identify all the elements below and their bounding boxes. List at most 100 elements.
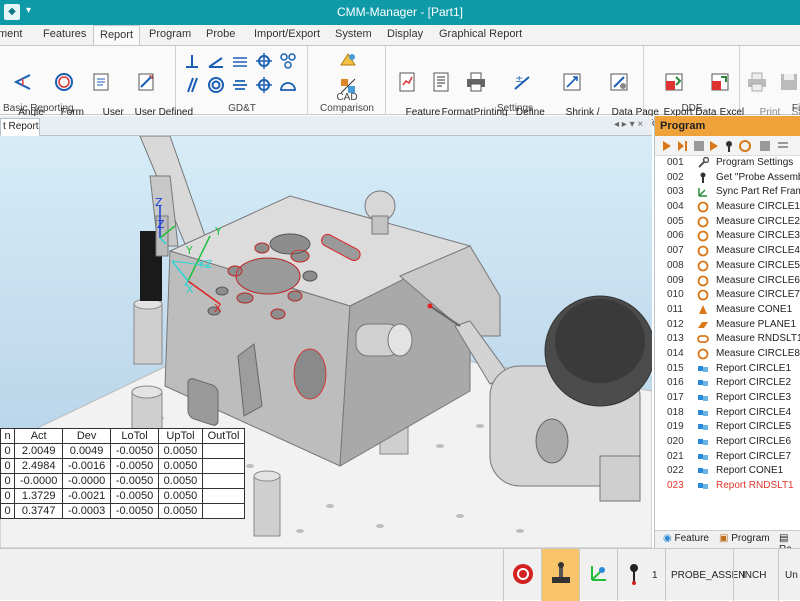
tab-features[interactable]: Features: [43, 28, 86, 40]
report-icon: [698, 424, 708, 431]
program-step-label: Report CIRCLE6: [716, 436, 792, 448]
program-step[interactable]: 017 Report CIRCLE3: [655, 391, 800, 406]
program-step[interactable]: 006 Measure CIRCLE3: [655, 229, 800, 244]
printer-icon: [467, 72, 485, 92]
report-cell-lotol: -0.0050: [110, 458, 159, 474]
report-cell-dev: -0.0003: [62, 503, 112, 519]
angularity-icon[interactable]: [207, 52, 225, 70]
tab-probe[interactable]: Probe: [206, 28, 235, 40]
report-icon: [698, 468, 708, 475]
grid-icon[interactable]: [759, 140, 771, 152]
tab-program-panel[interactable]: ▣ Program: [719, 533, 770, 544]
program-step-number: 004: [667, 201, 684, 213]
probe-name-cell[interactable]: PROBE_ASSEN: [665, 549, 745, 601]
program-step[interactable]: 007 Measure CIRCLE4: [655, 244, 800, 259]
cad-compare-icon[interactable]: [338, 51, 358, 71]
program-step[interactable]: 001 Program Settings: [655, 156, 800, 171]
probe-tool-icon[interactable]: [723, 140, 735, 152]
program-step-number: 010: [667, 289, 684, 301]
program-step-number: 005: [667, 215, 684, 227]
program-step[interactable]: 002 Get "Probe Assembly: [655, 171, 800, 186]
report-cell-lotol: -0.0050: [110, 488, 159, 504]
document-tab-report[interactable]: t Report ×: [0, 118, 40, 136]
report-col-outtol: OutTol: [201, 428, 246, 444]
report-icon: [698, 409, 708, 416]
tab-display[interactable]: Display: [387, 28, 423, 40]
axis-label-y: Y: [214, 225, 222, 238]
program-step-number: 006: [667, 230, 684, 242]
flatness-icon[interactable]: [231, 52, 249, 70]
program-step[interactable]: 022 Report CONE1: [655, 464, 800, 479]
program-step[interactable]: 011 Measure CONE1: [655, 303, 800, 318]
program-step[interactable]: 020 Report CIRCLE6: [655, 435, 800, 450]
group-label-dde: DDE: [681, 103, 703, 114]
program-step-label: Sync Part Ref Frame: [716, 186, 800, 198]
report-cell-act: 1.3729: [14, 488, 64, 504]
symmetry-icon[interactable]: [231, 76, 249, 94]
program-step[interactable]: 015 Report CIRCLE1: [655, 362, 800, 377]
program-step-label: Measure CIRCLE6: [716, 274, 800, 286]
stop-icon[interactable]: [693, 140, 705, 152]
report-cell-act: 2.4984: [14, 458, 64, 474]
list-icon[interactable]: [777, 140, 789, 152]
line-profile-icon[interactable]: [279, 76, 297, 94]
tab-measurement[interactable]: ment: [0, 28, 22, 40]
program-step-label: Measure CIRCLE5: [716, 259, 800, 271]
notes-icon: [93, 73, 109, 91]
units-cell[interactable]: INCH: [733, 549, 778, 601]
parallelism-icon[interactable]: [183, 76, 201, 94]
program-step[interactable]: 018 Report CIRCLE4: [655, 406, 800, 421]
document-tab-controls[interactable]: ◂ ▸ ▾ ×: [614, 119, 643, 130]
program-step[interactable]: 012 Measure PLANE1: [655, 318, 800, 333]
probe-count-cell[interactable]: 1: [617, 549, 665, 601]
refresh-icon[interactable]: [739, 140, 751, 152]
program-step[interactable]: 003 Sync Part Ref Frame: [655, 185, 800, 200]
program-step[interactable]: 019 Report CIRCLE5: [655, 420, 800, 435]
program-step[interactable]: 005 Measure CIRCLE2: [655, 215, 800, 230]
profile-icon[interactable]: [279, 52, 297, 70]
tab-report[interactable]: Report: [93, 25, 141, 46]
tab-import-export[interactable]: Import/Export: [254, 28, 320, 40]
perpendicularity-icon[interactable]: [183, 52, 201, 70]
emergency-stop-button[interactable]: [503, 549, 541, 601]
position-icon[interactable]: [255, 52, 273, 70]
group-label-gdt: GD&T: [228, 103, 256, 114]
run-icon[interactable]: [661, 140, 673, 152]
tab-graphical-report[interactable]: Graphical Report: [439, 28, 522, 40]
report-cell-uptol: 0.0050: [158, 443, 203, 459]
ra-tab-icon: ▤: [779, 533, 789, 544]
report-row: 0 -0.0000 -0.0000 -0.0050 0.0050: [0, 473, 246, 489]
circle-icon: [697, 289, 709, 301]
report-cell-nominal: 0: [0, 473, 16, 489]
program-step[interactable]: 004 Measure CIRCLE1: [655, 200, 800, 215]
report-cell-uptol: 0.0050: [158, 503, 203, 519]
group-label-cad-comparison: CAD Comparison: [320, 92, 374, 114]
program-step-label: Measure PLANE1: [716, 318, 797, 330]
report-cell-dev: 0.0049: [62, 443, 112, 459]
program-step-number: 013: [667, 333, 684, 345]
program-step[interactable]: 010 Measure CIRCLE7: [655, 288, 800, 303]
program-step[interactable]: 023 Report RNDSLT1: [655, 479, 800, 494]
program-step[interactable]: 013 Measure RNDSLT1: [655, 332, 800, 347]
joystick-button[interactable]: [541, 549, 579, 601]
program-step-number: 022: [667, 465, 684, 477]
program-toolbar: [655, 136, 800, 156]
tab-feature[interactable]: ◉ Feature: [663, 533, 709, 544]
coordinate-system-button[interactable]: [579, 549, 617, 601]
program-step[interactable]: 021 Report CIRCLE7: [655, 450, 800, 465]
program-step-label: Program Settings: [716, 157, 794, 168]
true-position-icon[interactable]: [255, 76, 273, 94]
step-icon[interactable]: [677, 140, 689, 152]
program-step[interactable]: 008 Measure CIRCLE5: [655, 259, 800, 274]
tab-program[interactable]: Program: [149, 28, 191, 40]
program-step-number: 015: [667, 362, 684, 374]
program-step[interactable]: 009 Measure CIRCLE6: [655, 274, 800, 289]
program-step[interactable]: 014 Measure CIRCLE8: [655, 347, 800, 362]
tab-system[interactable]: System: [335, 28, 372, 40]
concentricity-icon[interactable]: [207, 76, 225, 94]
step-over-icon[interactable]: [709, 140, 721, 152]
program-step-number: 020: [667, 436, 684, 448]
cone-icon: [699, 304, 707, 314]
feature-tab-label: Feature: [674, 533, 709, 544]
program-step[interactable]: 016 Report CIRCLE2: [655, 376, 800, 391]
